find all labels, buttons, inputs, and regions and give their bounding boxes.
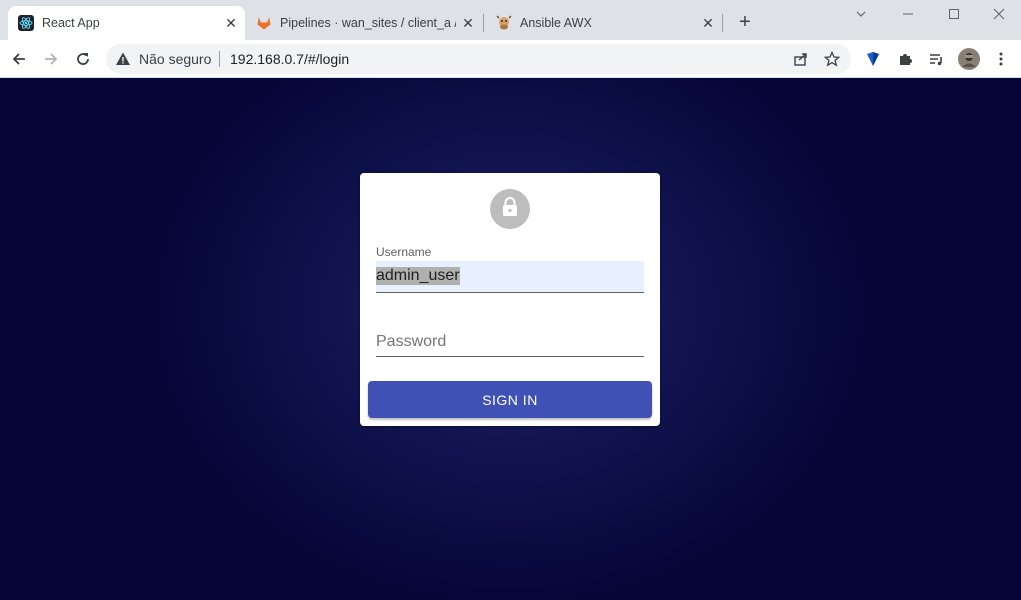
bookmark-star-icon[interactable] [823, 50, 841, 68]
reload-button[interactable] [69, 45, 97, 73]
browser-toolbar: Não seguro 192.168.0.7/#/login [0, 40, 1021, 78]
menu-kebab-icon[interactable] [987, 45, 1015, 73]
extensions-puzzle-icon[interactable] [891, 45, 919, 73]
tab-search-icon[interactable] [838, 0, 884, 28]
security-status[interactable]: Não seguro [139, 51, 211, 67]
close-window-button[interactable] [976, 0, 1021, 28]
tab-title: Pipelines · wan_sites / client_a / s [280, 16, 456, 30]
username-value[interactable]: admin_user [376, 267, 460, 285]
sign-in-button[interactable]: SIGN IN [368, 381, 652, 418]
gitlab-icon [256, 15, 272, 31]
username-label: Username [376, 245, 432, 259]
close-tab-icon[interactable]: ✕ [700, 15, 716, 31]
share-icon[interactable] [792, 50, 810, 68]
maximize-button[interactable] [931, 0, 977, 28]
profile-avatar[interactable] [955, 45, 983, 73]
warning-icon[interactable] [115, 51, 131, 72]
minimize-button[interactable] [885, 0, 931, 28]
close-tab-icon[interactable]: ✕ [460, 15, 476, 31]
tab-pipelines[interactable]: Pipelines · wan_sites / client_a / s ✕ [246, 6, 482, 40]
react-icon [18, 15, 34, 31]
tab-ansible-awx[interactable]: Ansible AWX ✕ [486, 6, 722, 40]
password-field[interactable]: Password [376, 325, 644, 357]
tab-strip: React App ✕ Pipelines · wan_sites / clie… [0, 0, 1021, 40]
tab-react-app[interactable]: React App ✕ [8, 6, 245, 40]
address-divider [219, 51, 220, 67]
tab-title: React App [42, 16, 100, 30]
tab-divider [483, 14, 484, 32]
forward-button[interactable] [37, 45, 65, 73]
lock-avatar [490, 189, 530, 229]
awx-icon [496, 15, 512, 31]
tab-divider [722, 14, 723, 32]
login-card: Username admin_user Password SIGN IN [360, 173, 660, 426]
tab-title: Ansible AWX [520, 16, 592, 30]
media-control-icon[interactable] [922, 45, 950, 73]
page-background: Username admin_user Password SIGN IN [0, 78, 1021, 600]
new-tab-button[interactable]: + [733, 10, 757, 34]
address-bar[interactable]: Não seguro 192.168.0.7/#/login [106, 44, 851, 74]
close-tab-icon[interactable]: ✕ [223, 15, 239, 31]
lock-icon [501, 196, 519, 222]
back-button[interactable] [5, 45, 33, 73]
password-placeholder: Password [376, 333, 447, 350]
extension-shield-icon[interactable] [859, 45, 887, 73]
url-text[interactable]: 192.168.0.7/#/login [230, 51, 349, 67]
username-field[interactable]: admin_user [376, 261, 644, 293]
